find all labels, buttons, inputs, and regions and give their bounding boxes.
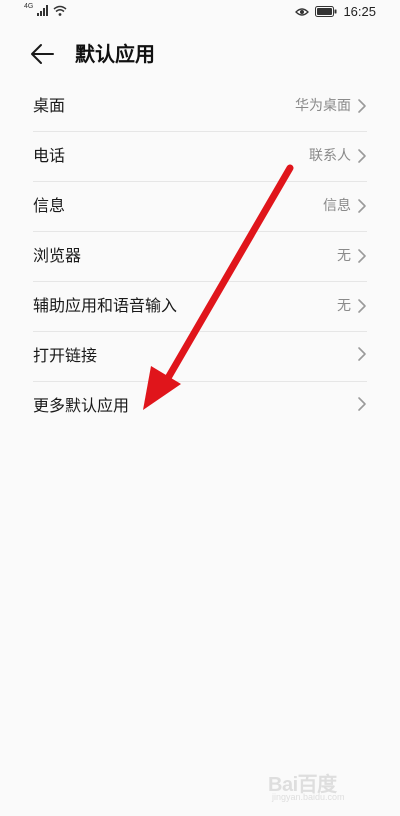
chevron-right-icon [358, 397, 366, 411]
baidu-watermark: Bai百度 jingyan.baidu.com [268, 768, 378, 808]
title-bar: 默认应用 [0, 30, 400, 78]
item-right [351, 346, 367, 362]
item-right: 无 [337, 246, 367, 266]
item-label: 电话 [33, 146, 66, 165]
list-item-messages[interactable]: 信息 信息 [33, 182, 367, 232]
list-item-browser[interactable]: 浏览器 无 [33, 232, 367, 282]
item-value: 华为桌面 [295, 98, 351, 114]
list-item-more-defaults[interactable]: 更多默认应用 [33, 382, 367, 431]
battery-icon [315, 6, 337, 17]
arrow-left-icon [31, 44, 54, 64]
chevron-right-icon [358, 149, 366, 163]
chevron-right-icon [358, 299, 366, 313]
status-time: 16:25 [343, 4, 376, 19]
chevron-right-icon [358, 249, 366, 263]
item-right [351, 396, 367, 412]
item-label: 桌面 [33, 96, 66, 115]
item-label: 辅助应用和语音输入 [33, 296, 178, 315]
item-right: 信息 [323, 196, 367, 216]
item-label: 更多默认应用 [33, 396, 130, 415]
item-label: 打开链接 [33, 346, 98, 365]
chevron-right-icon [358, 199, 366, 213]
list-item-assist-voice[interactable]: 辅助应用和语音输入 无 [33, 282, 367, 332]
list-item-open-links[interactable]: 打开链接 [33, 332, 367, 382]
item-value: 无 [337, 248, 351, 264]
item-value: 联系人 [309, 148, 351, 164]
chevron-right-icon [358, 347, 366, 361]
item-value: 信息 [323, 198, 351, 214]
chevron-right-icon [358, 99, 366, 113]
signal-bars-icon [37, 5, 49, 16]
eye-icon [295, 7, 310, 16]
item-label: 浏览器 [33, 246, 82, 265]
item-right: 联系人 [309, 146, 367, 166]
list-item-desktop[interactable]: 桌面 华为桌面 [33, 82, 367, 132]
item-value: 无 [337, 298, 351, 314]
network-type-label: 4G [24, 3, 34, 10]
wifi-icon [53, 5, 67, 16]
status-bar: 4G 16:25 [0, 0, 400, 26]
item-label: 信息 [33, 196, 66, 215]
status-right: 16:25 [295, 4, 376, 19]
default-apps-list: 桌面 华为桌面 电话 联系人 信息 信息 浏览器 无 辅助应用和语音输入 无 打… [0, 82, 400, 431]
watermark-url: jingyan.baidu.com [272, 792, 345, 802]
status-left: 4G [24, 3, 67, 16]
item-right: 华为桌面 [295, 96, 367, 116]
back-button[interactable] [28, 40, 56, 68]
list-item-phone[interactable]: 电话 联系人 [33, 132, 367, 182]
item-right: 无 [337, 296, 367, 316]
page-title: 默认应用 [75, 42, 155, 66]
